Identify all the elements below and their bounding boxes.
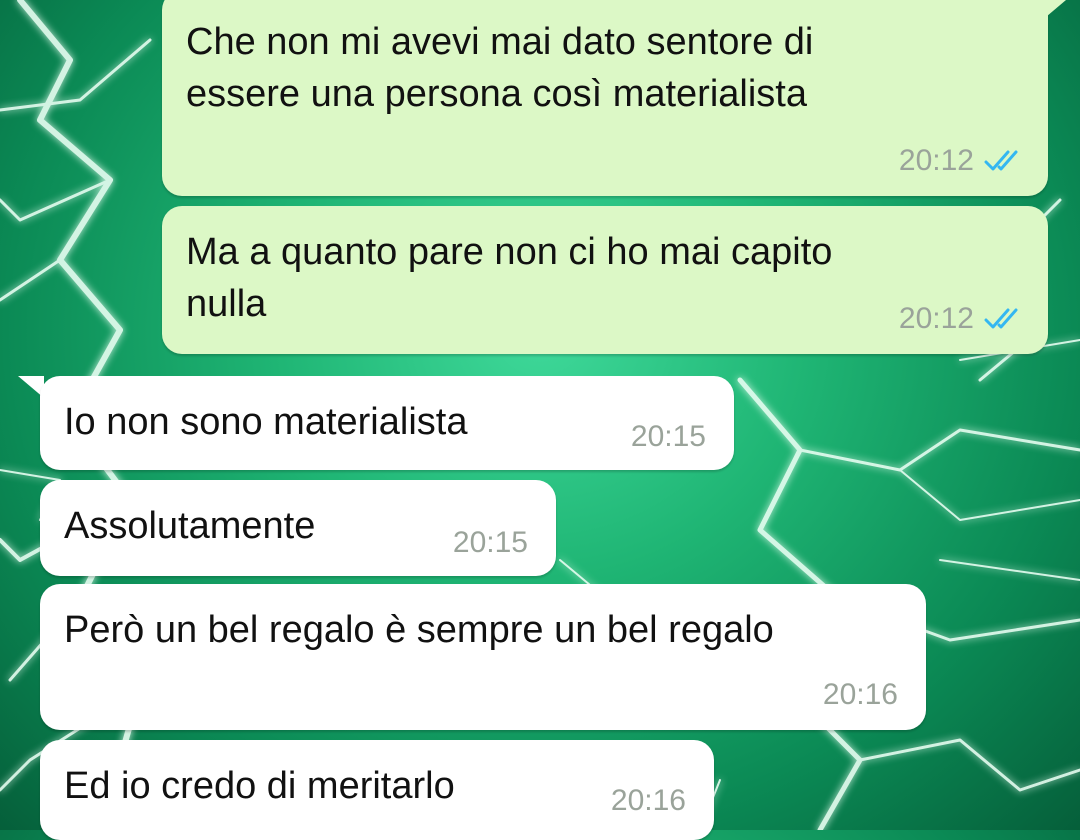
- message-text: Che non mi avevi mai dato sentore di ess…: [186, 21, 814, 115]
- message-meta: 20:16: [823, 678, 898, 712]
- message-text: Ed io credo di meritarlo: [64, 765, 455, 807]
- message-bubble-outgoing[interactable]: Ma a quanto pare non ci ho mai capito nu…: [162, 206, 1048, 354]
- message-time: 20:12: [898, 302, 974, 335]
- read-double-check-icon: [984, 150, 1018, 171]
- message-time: 20:15: [630, 420, 706, 453]
- message-time: 20:16: [610, 784, 686, 817]
- message-time: 20:15: [452, 526, 528, 559]
- message-text: Io non sono materialista: [64, 401, 468, 443]
- message-text: Ma a quanto pare non ci ho mai capito nu…: [186, 231, 833, 325]
- chat-conversation: Che non mi avevi mai dato sentore di ess…: [0, 0, 1080, 840]
- message-bubble-incoming[interactable]: Ed io credo di meritarlo 20:16: [40, 740, 714, 840]
- read-double-check-icon: [984, 308, 1018, 329]
- message-time: 20:16: [822, 678, 898, 711]
- message-meta: 20:15: [453, 526, 528, 560]
- message-text: Assolutamente: [64, 505, 316, 547]
- message-text: Però un bel regalo è sempre un bel regal…: [64, 609, 774, 651]
- message-bubble-incoming[interactable]: Io non sono materialista 20:15: [40, 376, 734, 470]
- message-time: 20:12: [898, 144, 974, 177]
- message-bubble-incoming[interactable]: Assolutamente 20:15: [40, 480, 556, 576]
- message-meta: 20:16: [611, 784, 686, 818]
- bubble-tail: [1040, 0, 1066, 22]
- message-bubble-incoming[interactable]: Però un bel regalo è sempre un bel regal…: [40, 584, 926, 730]
- message-bubble-outgoing[interactable]: Che non mi avevi mai dato sentore di ess…: [162, 0, 1048, 196]
- message-meta: 20:12: [899, 302, 1024, 336]
- message-meta: 20:15: [631, 420, 706, 454]
- message-meta: 20:12: [899, 144, 1024, 178]
